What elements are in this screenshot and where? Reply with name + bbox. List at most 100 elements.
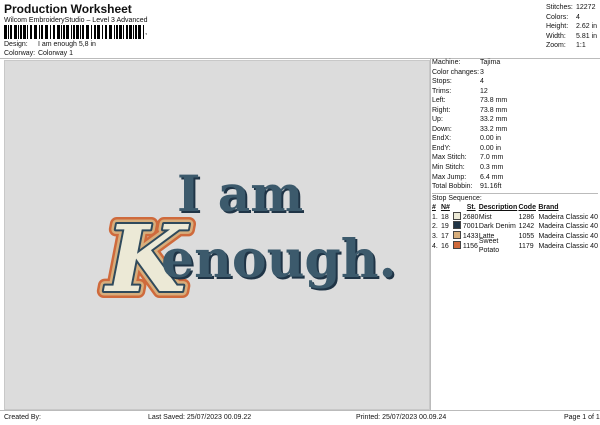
barcode-bar bbox=[123, 25, 124, 39]
barcode-bar bbox=[20, 25, 22, 39]
printed-date: Printed: 25/07/2023 00.09.24 bbox=[356, 414, 447, 421]
stop-needle: 19 bbox=[440, 223, 449, 231]
stop-row: 4. 16 1156 Sweet Potato 1179 Madeira Classic … bbox=[432, 238, 598, 255]
detail-value: 12 bbox=[480, 87, 488, 95]
detail-row: Max Stitch: 7.0 mm bbox=[432, 153, 598, 163]
header-n: N# bbox=[440, 204, 450, 212]
barcode-bar bbox=[34, 25, 37, 39]
detail-row: Trims: 12 bbox=[432, 87, 598, 97]
barcode-bar bbox=[114, 25, 115, 39]
stop-sequence-title: Stop Sequence: bbox=[432, 192, 598, 204]
barcode-bar bbox=[97, 25, 100, 39]
detail-row: Left: 73.8 mm bbox=[432, 96, 598, 106]
detail-value: 0.00 in bbox=[480, 144, 502, 152]
last-saved: Last Saved: 25/07/2023 00.09.22 bbox=[148, 414, 252, 421]
footer: Created By: Last Saved: 25/07/2023 00.09… bbox=[0, 410, 600, 425]
stop-brand: Madeira Classic 40 bbox=[538, 213, 598, 221]
colorway-label: Colorway: bbox=[4, 50, 36, 57]
software-name: Wilcom EmbroideryStudio – Level 3 Advanc… bbox=[4, 17, 148, 24]
stop-needle: 17 bbox=[440, 232, 449, 240]
detail-row: Stops: 4 bbox=[432, 77, 598, 87]
stop-stitches: 1433 bbox=[462, 232, 479, 240]
barcode-bar bbox=[4, 25, 7, 39]
design-label: Design: bbox=[4, 41, 28, 48]
detail-label: Up: bbox=[432, 116, 443, 124]
detail-label: Down: bbox=[432, 125, 452, 133]
barcode-bar bbox=[109, 25, 112, 39]
detail-row: Machine: Tajima bbox=[432, 58, 598, 68]
barcode-bar bbox=[91, 25, 92, 39]
detail-label: Machine: bbox=[432, 59, 461, 66]
color-swatch bbox=[452, 221, 461, 230]
detail-label: Color changes: bbox=[432, 68, 480, 76]
detail-value: 7.0 mm bbox=[480, 154, 504, 162]
detail-value: 0.00 in bbox=[480, 135, 502, 143]
detail-label: Left: bbox=[432, 97, 446, 105]
barcode-bar bbox=[116, 25, 118, 39]
detail-label: Max Jump: bbox=[432, 173, 467, 181]
barcode-bar bbox=[133, 25, 134, 39]
barcode-bar bbox=[76, 25, 79, 39]
barcode-bar bbox=[143, 25, 144, 39]
stop-description: Mist bbox=[478, 213, 492, 221]
stop-code: 1055 bbox=[518, 232, 535, 240]
design-line1: I am bbox=[177, 164, 303, 223]
color-swatch bbox=[452, 240, 461, 249]
barcode-bar bbox=[119, 25, 122, 39]
colors-label: Colors: bbox=[546, 13, 569, 21]
detail-row: Min Stitch: 0.3 mm bbox=[432, 163, 598, 173]
barcode-bar bbox=[41, 25, 43, 39]
detail-row: Down: 33.2 mm bbox=[432, 125, 598, 135]
detail-value: 4 bbox=[480, 78, 484, 86]
barcode-bar bbox=[82, 25, 84, 39]
summary-panel: Stitches: 12272 Colors: 4 Height: 2.62 in W… bbox=[546, 3, 597, 51]
width-label: Width: bbox=[546, 32, 566, 40]
detail-value: 33.2 mm bbox=[480, 125, 508, 133]
header-idx: # bbox=[432, 204, 436, 212]
stop-brand: Madeira Classic 40 bbox=[538, 223, 598, 231]
embroidery-design: I am I am K K K K enough. enough. bbox=[96, 164, 399, 320]
barcode-bar bbox=[39, 25, 40, 39]
barcode-bar bbox=[94, 25, 96, 39]
zoom-value: 1:1 bbox=[576, 42, 586, 50]
worksheet-title: Production Worksheet bbox=[4, 2, 132, 16]
design-value: I am enough 5,8 in bbox=[37, 41, 96, 48]
detail-label: Trims: bbox=[432, 87, 452, 95]
height-label: Height: bbox=[546, 23, 569, 31]
barcode-bar bbox=[135, 25, 137, 39]
zoom-label: Zoom: bbox=[546, 42, 566, 50]
design-preview: I am I am K K K K enough. enough. bbox=[4, 60, 430, 410]
barcode-bar bbox=[126, 25, 128, 39]
barcode-bar bbox=[63, 25, 65, 39]
header-desc: Description bbox=[478, 204, 518, 212]
colors-value: 4 bbox=[576, 13, 580, 21]
stop-description: Sweet Potato bbox=[478, 237, 500, 255]
barcode-bar bbox=[30, 25, 32, 39]
stitches-label: Stitches: bbox=[546, 4, 573, 11]
stop-brand: Madeira Classic 40 bbox=[538, 242, 598, 250]
detail-row: Max Jump: 6.4 mm bbox=[432, 173, 598, 183]
design-row: Design: I am enough 5,8 in bbox=[4, 41, 96, 48]
detail-value: 91.16ft bbox=[480, 183, 502, 191]
detail-row: Right: 73.8 mm bbox=[432, 106, 598, 116]
barcode-bar bbox=[71, 25, 72, 39]
barcode-bar bbox=[23, 25, 26, 39]
header-st: St. bbox=[466, 204, 476, 212]
barcode-bar bbox=[61, 25, 62, 39]
barcode-bar bbox=[8, 25, 9, 39]
detail-value: Tajima bbox=[480, 59, 501, 66]
detail-label: EndY: bbox=[432, 144, 451, 152]
stop-idx: 3. bbox=[432, 232, 438, 240]
detail-label: Total Bobbin: bbox=[432, 183, 473, 191]
stop-code: 1179 bbox=[518, 242, 534, 250]
barcode-bar bbox=[57, 25, 60, 39]
detail-label: Max Stitch: bbox=[432, 154, 467, 162]
barcode-bar bbox=[14, 25, 17, 39]
stitches-value: 12272 bbox=[576, 4, 596, 11]
detail-row: Up: 33.2 mm bbox=[432, 115, 598, 125]
detail-row: Total Bobbin: 91.16ft bbox=[432, 182, 598, 192]
barcode-bar bbox=[105, 25, 107, 39]
barcode-bar bbox=[27, 25, 28, 39]
stop-stitches: 2680 bbox=[462, 213, 479, 221]
stop-needle: 18 bbox=[440, 213, 449, 221]
